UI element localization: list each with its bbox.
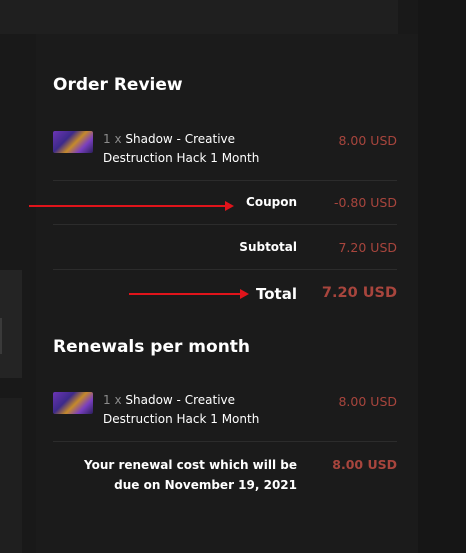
renewal-cost-value: 8.00 USD — [332, 457, 397, 472]
order-item-price: 8.00 USD — [338, 133, 397, 148]
left-card-edge-lower — [0, 398, 22, 553]
renewal-item-name: Shadow - Creative Destruction Hack 1 Mon… — [103, 393, 260, 426]
subtotal-label: Subtotal — [239, 240, 297, 254]
divider — [53, 180, 397, 181]
total-label: Total — [256, 285, 297, 303]
renewal-cost-label: Your renewal cost which will be due on N… — [83, 458, 297, 492]
right-gutter — [418, 0, 466, 553]
order-item-quantity: 1 x — [103, 132, 122, 146]
order-review-title: Order Review — [53, 75, 183, 95]
renewal-item-quantity: 1 x — [103, 393, 122, 407]
annotation-arrow-coupon — [29, 201, 234, 211]
product-thumbnail — [53, 131, 93, 153]
left-card-accent — [0, 318, 2, 354]
coupon-value: -0.80 USD — [333, 195, 397, 210]
annotation-arrow-total — [129, 289, 249, 299]
total-value: 7.20 USD — [321, 285, 397, 301]
top-bar — [0, 0, 398, 34]
divider — [53, 269, 397, 270]
product-thumbnail — [53, 392, 93, 414]
coupon-label: Coupon — [246, 195, 297, 209]
left-card-edge — [0, 270, 22, 378]
divider — [53, 441, 397, 442]
order-item-name: Shadow - Creative Destruction Hack 1 Mon… — [103, 132, 260, 165]
renewal-item-description: 1 x Shadow - Creative Destruction Hack 1… — [103, 391, 283, 429]
divider — [53, 224, 397, 225]
renewals-title: Renewals per month — [53, 337, 251, 357]
order-item-description: 1 x Shadow - Creative Destruction Hack 1… — [103, 130, 283, 168]
subtotal-value: 7.20 USD — [338, 240, 397, 255]
renewal-item-price: 8.00 USD — [338, 394, 397, 409]
